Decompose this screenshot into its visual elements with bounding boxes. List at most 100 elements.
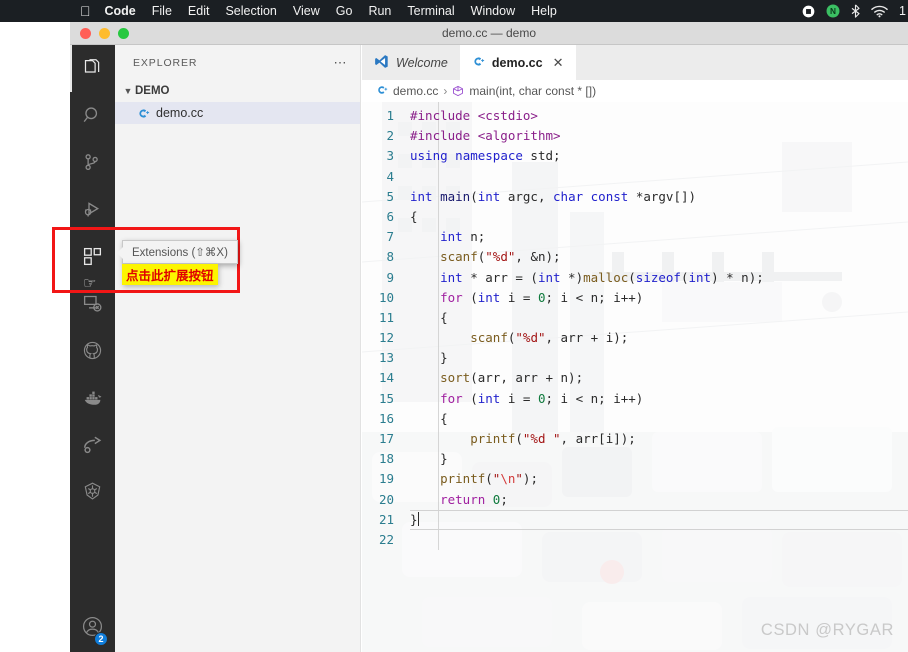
sidebar-item-kubernetes[interactable] (70, 468, 115, 515)
code-line[interactable]: 8 scanf("%d", &n); (362, 247, 908, 267)
code-lines[interactable]: 1 #include <cstdio> 2 #include <algorithm> 3… (362, 102, 908, 551)
menubar-left-filler (0, 0, 70, 22)
code-text: int * arr = (int *)malloc(sizeof(int) * … (440, 269, 764, 285)
explorer-file-demo-cc[interactable]: demo.cc (115, 102, 360, 124)
mac-menu-bar:  Code File Edit Selection View Go Run T… (70, 0, 908, 22)
code-line[interactable]: 2 #include <algorithm> (362, 126, 908, 146)
code-line[interactable]: 10 for (int i = 0; i < n; i++) (362, 288, 908, 308)
code-line[interactable]: 22 (362, 530, 908, 550)
code-line[interactable]: 20 return 0; (362, 490, 908, 510)
code-text: } (410, 451, 448, 467)
line-number: 22 (378, 531, 394, 547)
line-number: 15 (378, 390, 394, 406)
code-line[interactable]: 7 int n; (362, 227, 908, 247)
explorer-more-actions-button[interactable]: ⋯ (334, 55, 349, 71)
share-arrow-icon (82, 434, 104, 456)
breadcrumb-symbol[interactable]: main(int, char const * []) (469, 84, 596, 98)
code-text: scanf("%d", &n); (440, 249, 561, 265)
code-text: printf("%d ", arr[i]); (470, 431, 636, 446)
nordvpn-icon[interactable]: N (826, 4, 840, 18)
menu-item-selection[interactable]: Selection (225, 4, 276, 18)
menu-item-file[interactable]: File (152, 4, 172, 18)
github-icon (82, 340, 103, 361)
sidebar-item-extensions[interactable]: ☞ (70, 233, 115, 292)
apple-icon[interactable]:  (80, 4, 91, 18)
menu-item-terminal[interactable]: Terminal (407, 4, 454, 18)
explorer-header: EXPLORER ⋯ (115, 45, 360, 80)
code-line[interactable]: 16 { (362, 409, 908, 429)
tab-demo-cc-label: demo.cc (491, 55, 543, 70)
sidebar-item-explorer[interactable] (70, 45, 115, 92)
code-line[interactable]: 5 int main(int argc, char const *argv[]) (362, 187, 908, 207)
menu-item-run[interactable]: Run (368, 4, 391, 18)
sidebar-item-remote-explorer[interactable] (70, 280, 115, 327)
code-line[interactable]: 4 (362, 167, 908, 187)
tab-welcome[interactable]: Welcome (362, 45, 460, 80)
sidebar-item-docker[interactable] (70, 374, 115, 421)
line-number: 9 (386, 269, 394, 285)
line-number: 2 (386, 128, 394, 144)
code-line[interactable]: 1 #include <cstdio> (362, 106, 908, 126)
code-text: #include <cstdio> (410, 108, 538, 123)
code-text: int main(int argc, char const *argv[]) (410, 188, 697, 204)
code-editor[interactable]: 1 #include <cstdio> 2 #include <algorithm> 3… (362, 102, 908, 652)
code-line[interactable]: 15 for (int i = 0; i < n; i++) (362, 389, 908, 409)
code-line[interactable]: 3 using namespace std; (362, 146, 908, 166)
code-line[interactable]: 9 int * arr = (int *)malloc(sizeof(int) … (362, 268, 908, 288)
cpp-file-icon (472, 55, 485, 71)
code-text: } (410, 350, 448, 366)
current-line-highlight (410, 509, 908, 530)
code-line[interactable]: 14 sort(arr, arr + n); (362, 368, 908, 388)
menubar-clock[interactable]: 1 (899, 4, 906, 18)
explorer-folder-label: DEMO (135, 85, 170, 97)
sidebar-item-search[interactable] (70, 92, 115, 139)
code-line[interactable]: 12 scanf("%d", arr + i); (362, 328, 908, 348)
code-text: printf("\n"); (440, 471, 538, 487)
menu-item-help[interactable]: Help (531, 4, 557, 18)
source-control-icon (82, 152, 103, 173)
close-icon[interactable]: ✕ (553, 55, 564, 71)
code-text: scanf("%d", arr + i); (470, 330, 629, 346)
sidebar-item-source-control[interactable] (70, 139, 115, 186)
menu-item-code[interactable]: Code (105, 4, 136, 18)
breadcrumb-file[interactable]: demo.cc (393, 84, 438, 98)
wifi-icon[interactable] (871, 5, 888, 18)
explorer-folder-demo[interactable]: ▼ DEMO (115, 80, 360, 102)
run-debug-icon (82, 199, 103, 220)
cpp-file-icon (376, 84, 388, 99)
tab-demo-cc[interactable]: demo.cc ✕ (459, 45, 576, 80)
bluetooth-icon[interactable] (851, 4, 860, 18)
code-line[interactable]: 19 printf("\n"); (362, 469, 908, 489)
line-number: 16 (378, 410, 394, 426)
code-text: for (int i = 0; i < n; i++) (440, 390, 644, 406)
sidebar-item-share[interactable] (70, 421, 115, 468)
remote-explorer-icon (82, 293, 103, 314)
menu-item-view[interactable]: View (293, 4, 320, 18)
extensions-tooltip: Extensions (⇧⌘X) (117, 240, 238, 264)
menu-item-edit[interactable]: Edit (188, 4, 210, 18)
line-number: 17 (378, 431, 394, 446)
sidebar-item-run-and-debug[interactable] (70, 186, 115, 233)
code-line[interactable]: 17 printf("%d ", arr[i]); (362, 429, 908, 449)
line-number: 19 (378, 471, 394, 487)
code-line[interactable]: 21} (362, 509, 908, 530)
annotation-note: 点击此扩展按钮 (122, 264, 218, 285)
sidebar-item-github[interactable] (70, 327, 115, 374)
account-button[interactable]: 2 (70, 606, 115, 652)
menu-item-go[interactable]: Go (336, 4, 353, 18)
line-number: 14 (378, 370, 394, 386)
activity-bar: ☞ 2 (70, 45, 115, 652)
line-number: 5 (386, 188, 394, 204)
record-stop-icon[interactable] (802, 5, 815, 18)
line-number: 10 (378, 289, 394, 305)
line-number: 3 (386, 148, 394, 164)
code-line[interactable]: 11 { (362, 308, 908, 328)
code-line[interactable]: 6{ (362, 207, 908, 227)
line-number: 6 (386, 208, 394, 224)
code-line[interactable]: 18 } (362, 449, 908, 469)
code-line[interactable]: 13 } (362, 348, 908, 368)
account-badge: 2 (94, 632, 108, 646)
cpp-file-icon (137, 107, 150, 120)
code-text: { (410, 410, 448, 426)
menu-item-window[interactable]: Window (471, 4, 515, 18)
